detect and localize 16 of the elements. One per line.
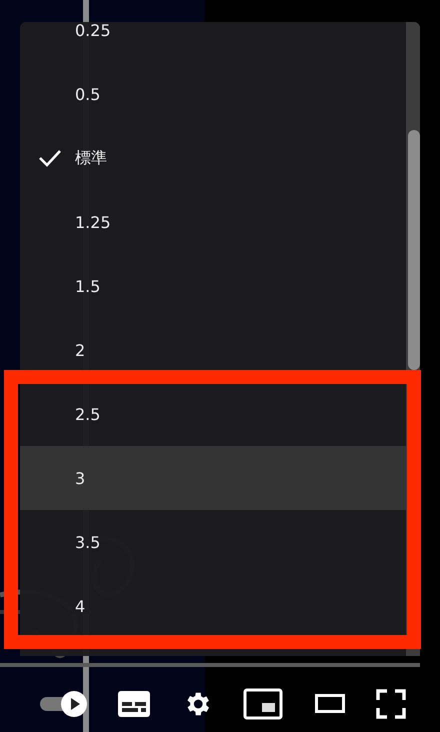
speed-option[interactable]: 3	[75, 468, 86, 488]
scrollbar-thumb[interactable]	[408, 130, 420, 370]
speed-option[interactable]: 2	[75, 340, 86, 360]
speed-option[interactable]: 4	[75, 596, 86, 616]
autoplay-toggle[interactable]	[40, 691, 87, 717]
speed-option[interactable]: 1.25	[75, 212, 111, 232]
speed-option[interactable]: 1.5	[75, 276, 100, 296]
speed-option[interactable]: 2.5	[75, 404, 100, 424]
subtitles-icon[interactable]	[118, 691, 150, 717]
miniplayer-icon[interactable]	[243, 688, 284, 720]
speed-option[interactable]: 0.25	[75, 22, 111, 40]
fullscreen-icon[interactable]	[376, 689, 406, 719]
theater-mode-icon[interactable]	[314, 694, 345, 714]
speed-option[interactable]: 標準	[75, 148, 107, 168]
speed-option[interactable]: 3.5	[75, 532, 100, 552]
speed-option[interactable]: 0.5	[75, 84, 100, 104]
